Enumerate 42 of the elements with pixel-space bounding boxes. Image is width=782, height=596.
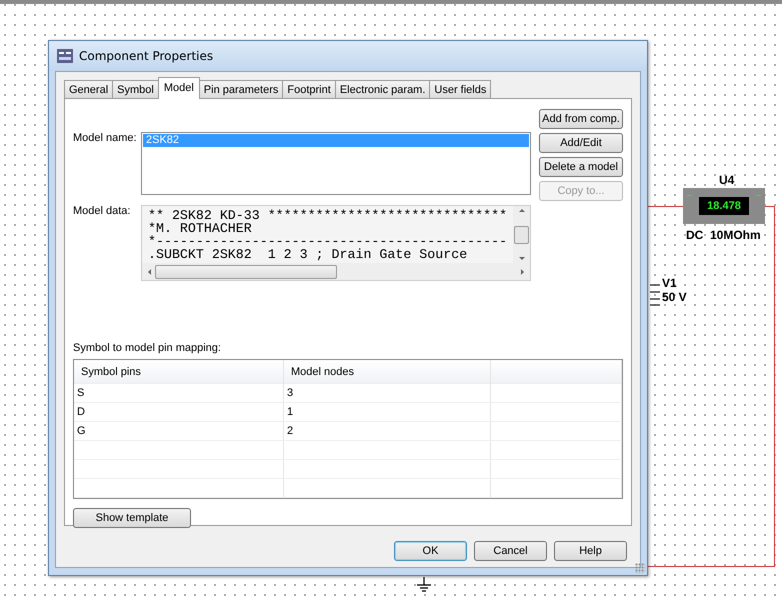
tab[interactable]: Footprint xyxy=(282,80,336,98)
dialog-button[interactable]: Cancel xyxy=(474,541,547,561)
table-cell: S xyxy=(74,384,284,402)
horizontal-scrollbar[interactable] xyxy=(142,263,530,280)
component-label: V1 xyxy=(662,276,677,290)
tab[interactable]: Model xyxy=(158,77,200,99)
code-line: *M. ROTHACHER xyxy=(148,222,252,235)
app-icon xyxy=(57,49,73,63)
dialog-button[interactable]: Help xyxy=(554,541,627,561)
window-title: Component Properties xyxy=(79,49,214,63)
tab[interactable]: General xyxy=(64,80,114,98)
battery-icon xyxy=(650,284,660,306)
component-value: 50 V xyxy=(662,290,687,304)
section-label: Symbol to model pin mapping: xyxy=(73,342,222,354)
model-button[interactable]: Add from comp. xyxy=(539,109,623,129)
show-template-button[interactable]: Show template xyxy=(73,508,191,528)
component-label: U4 xyxy=(719,173,734,187)
column-header[interactable]: Model nodes xyxy=(284,360,491,384)
table-cell: 1 xyxy=(284,403,491,421)
ground-icon xyxy=(416,577,432,593)
code-line: *-------------------------------------------- xyxy=(148,235,508,248)
component-value: DC 10MOhm xyxy=(686,228,761,242)
vertical-scrollbar[interactable] xyxy=(513,206,530,263)
field-label: Model name: xyxy=(73,132,138,146)
dialog-button[interactable]: OK xyxy=(394,541,467,561)
table-cell: 2 xyxy=(284,422,491,440)
tab[interactable]: Electronic param. xyxy=(334,80,430,98)
tab[interactable]: Symbol xyxy=(112,80,159,98)
field-label: Model data: xyxy=(73,205,132,219)
table-cell: G xyxy=(74,422,284,440)
model-button[interactable]: Delete a model xyxy=(539,157,623,177)
resize-grip[interactable] xyxy=(635,563,645,573)
table-cell: 3 xyxy=(284,384,491,402)
model-button[interactable]: Add/Edit xyxy=(539,133,623,153)
code-line: ** 2SK82 KD-33 ****************************** xyxy=(148,209,508,222)
table-cell: D xyxy=(74,403,284,421)
model-data-box[interactable]: ** 2SK82 KD-33 ****************************** *M. ROTHACHER *-------------------------------------------- .SUBCKT 2SK82 1 2 3 ; Drain Gate Source xyxy=(141,205,531,281)
tab[interactable]: Pin parameters xyxy=(198,80,284,98)
meter-display: 18.478 xyxy=(699,197,749,215)
code-line: .SUBCKT 2SK82 1 2 3 ; Drain Gate Source xyxy=(148,248,468,261)
column-header[interactable]: Symbol pins xyxy=(74,360,284,384)
tab[interactable]: User fields xyxy=(429,80,492,98)
